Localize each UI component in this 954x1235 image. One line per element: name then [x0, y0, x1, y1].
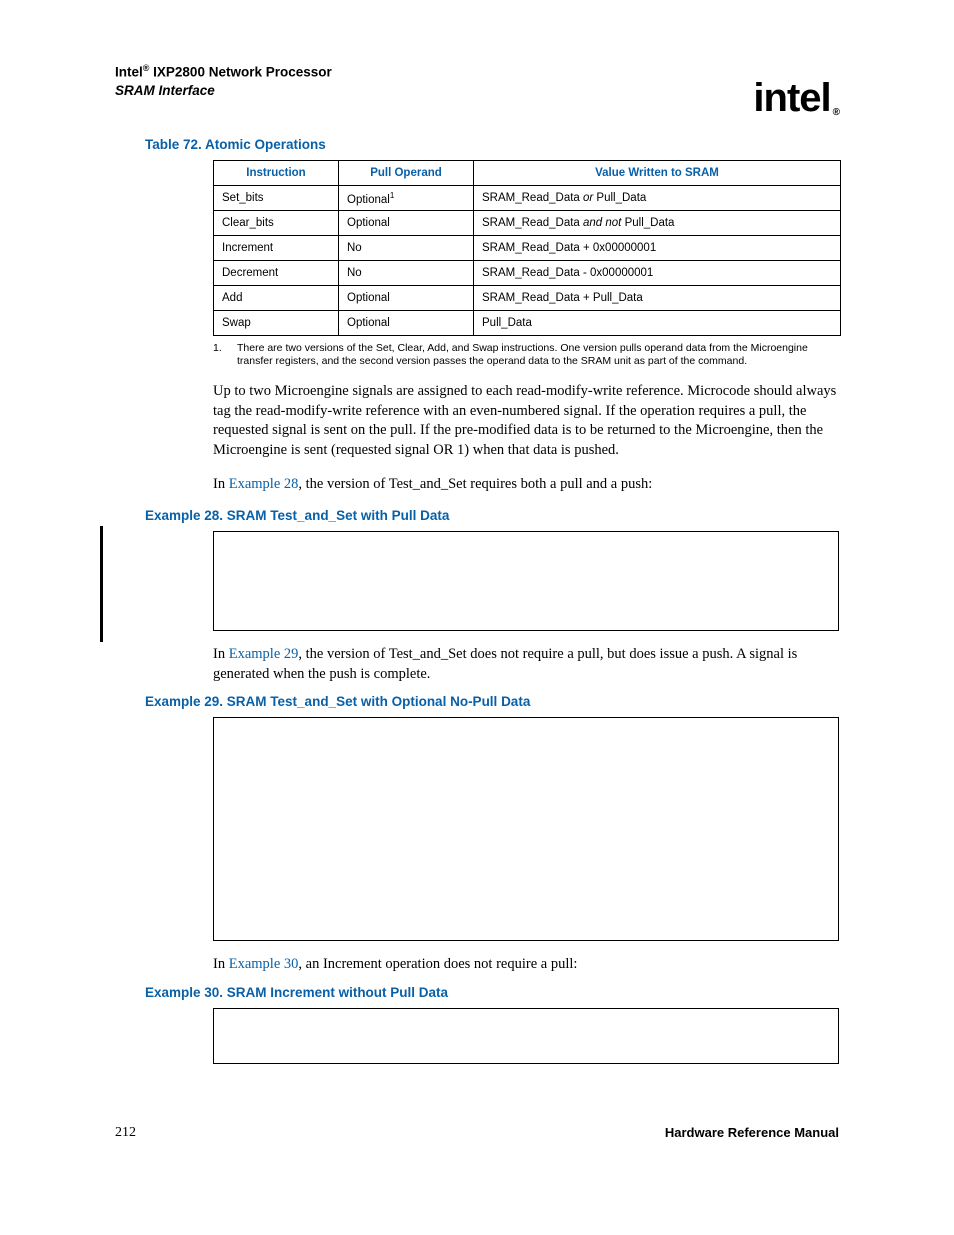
- document-page: Intel® IXP2800 Network Processor SRAM In…: [0, 0, 954, 1064]
- cell-pull-operand: Optional: [339, 311, 474, 336]
- brand: Intel: [115, 65, 143, 80]
- page-number: 212: [115, 1125, 136, 1141]
- header-title-block: Intel® IXP2800 Network Processor SRAM In…: [115, 62, 332, 100]
- body-paragraph-4: In Example 30, an Increment operation do…: [213, 955, 841, 975]
- example-28-box: [213, 531, 839, 631]
- body-paragraph-2: In Example 28, the version of Test_and_S…: [213, 475, 841, 495]
- para4-post: , an Increment operation does not requir…: [298, 956, 577, 972]
- pull-text: Optional: [347, 193, 390, 205]
- val-post: Pull_Data: [593, 192, 646, 204]
- cell-pull-operand: Optional: [339, 211, 474, 236]
- cell-value: SRAM_Read_Data or Pull_Data: [474, 186, 841, 211]
- example-30-box: [213, 1008, 839, 1064]
- para3-post: , the version of Test_and_Set does not r…: [213, 646, 797, 682]
- example-29-caption: Example 29. SRAM Test_and_Set with Optio…: [145, 694, 839, 709]
- link-example-28[interactable]: Example 28: [229, 476, 299, 492]
- cell-pull-operand: No: [339, 236, 474, 261]
- cell-instruction: Increment: [214, 236, 339, 261]
- val-pre: SRAM_Read_Data: [482, 217, 583, 229]
- table-row: Swap Optional Pull_Data: [214, 311, 841, 336]
- table-row: Decrement No SRAM_Read_Data - 0x00000001: [214, 261, 841, 286]
- cell-pull-operand: Optional: [339, 286, 474, 311]
- intel-logo-text: intel: [753, 76, 830, 120]
- manual-title: Hardware Reference Manual: [665, 1125, 839, 1141]
- cell-instruction: Add: [214, 286, 339, 311]
- table-row: Clear_bits Optional SRAM_Read_Data and n…: [214, 211, 841, 236]
- table-caption: Table 72. Atomic Operations: [145, 137, 839, 152]
- cell-value: SRAM_Read_Data + 0x00000001: [474, 236, 841, 261]
- table-row: Set_bits Optional1 SRAM_Read_Data or Pul…: [214, 186, 841, 211]
- change-bar: [100, 526, 103, 642]
- table-header-row: Instruction Pull Operand Value Written t…: [214, 161, 841, 186]
- header-line-1: Intel® IXP2800 Network Processor: [115, 62, 332, 82]
- cell-value: SRAM_Read_Data - 0x00000001: [474, 261, 841, 286]
- cell-pull-operand: Optional1: [339, 186, 474, 211]
- para4-pre: In: [213, 956, 229, 972]
- cell-value: SRAM_Read_Data + Pull_Data: [474, 286, 841, 311]
- cell-instruction: Swap: [214, 311, 339, 336]
- product-name: IXP2800 Network Processor: [149, 65, 331, 80]
- para2-post: , the version of Test_and_Set requires b…: [298, 476, 652, 492]
- cell-value: SRAM_Read_Data and not Pull_Data: [474, 211, 841, 236]
- cell-instruction: Set_bits: [214, 186, 339, 211]
- cell-instruction: Decrement: [214, 261, 339, 286]
- cell-instruction: Clear_bits: [214, 211, 339, 236]
- table-footnote: 1.There are two versions of the Set, Cle…: [213, 342, 841, 368]
- val-pre: SRAM_Read_Data: [482, 192, 583, 204]
- example-28-caption: Example 28. SRAM Test_and_Set with Pull …: [145, 508, 839, 523]
- example-29-box: [213, 717, 839, 941]
- val-italic: and not: [583, 217, 621, 229]
- atomic-operations-table: Instruction Pull Operand Value Written t…: [213, 160, 841, 336]
- body-paragraph-1: Up to two Microengine signals are assign…: [213, 382, 841, 460]
- col-pull-operand: Pull Operand: [339, 161, 474, 186]
- footnote-number: 1.: [213, 342, 237, 355]
- intel-logo: intel®: [753, 76, 839, 121]
- link-example-30[interactable]: Example 30: [229, 956, 299, 972]
- page-footer: 212 Hardware Reference Manual: [115, 1125, 839, 1141]
- body-paragraph-3: In Example 29, the version of Test_and_S…: [213, 645, 841, 684]
- link-example-29[interactable]: Example 29: [229, 646, 299, 662]
- cell-pull-operand: No: [339, 261, 474, 286]
- example-30-caption: Example 30. SRAM Increment without Pull …: [145, 985, 839, 1000]
- table-row: Add Optional SRAM_Read_Data + Pull_Data: [214, 286, 841, 311]
- val-italic: or: [583, 192, 593, 204]
- table-row: Increment No SRAM_Read_Data + 0x00000001: [214, 236, 841, 261]
- page-header: Intel® IXP2800 Network Processor SRAM In…: [115, 62, 839, 107]
- para2-pre: In: [213, 476, 229, 492]
- para3-pre: In: [213, 646, 229, 662]
- cell-value: Pull_Data: [474, 311, 841, 336]
- footnote-sup: 1: [390, 191, 394, 200]
- col-value-written: Value Written to SRAM: [474, 161, 841, 186]
- header-subtitle: SRAM Interface: [115, 82, 332, 100]
- footnote-text: There are two versions of the Set, Clear…: [237, 342, 837, 368]
- val-post: Pull_Data: [621, 217, 674, 229]
- intel-logo-sub: ®: [833, 107, 839, 118]
- col-instruction: Instruction: [214, 161, 339, 186]
